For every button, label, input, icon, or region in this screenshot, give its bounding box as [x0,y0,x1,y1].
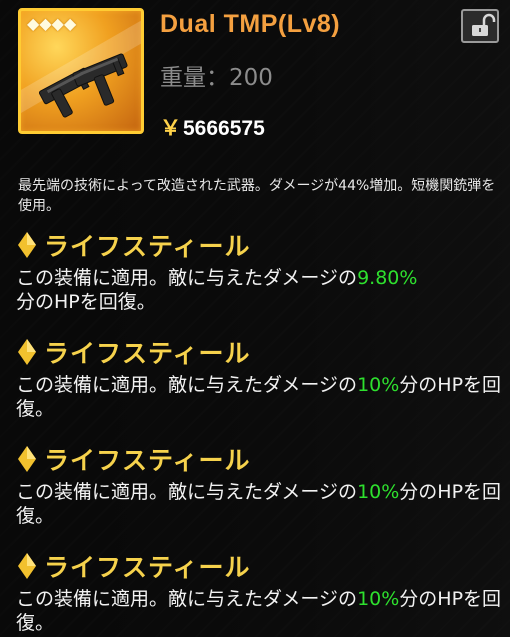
weight-value: 200 [229,65,273,91]
skill-value: 10% [357,374,400,396]
rarity-star-icon: ◆ [63,14,77,33]
skill-value: 10% [357,481,400,503]
skill-name: ライフスティール [44,339,251,368]
rarity-star-icon: ◆ [27,14,40,33]
skill-text-before: この装備に適用。敵に与えたダメージの [16,588,358,610]
skill-text-before: この装備に適用。敵に与えたダメージの [16,374,358,396]
skill-value: 9.80% [357,267,418,289]
unlocked-padlock-icon [472,13,496,36]
weight-label: 重量： [160,65,229,91]
skill-text-before: この装備に適用。敵に与えたダメージの [16,267,358,289]
skill-entry: ライフスティール この装備に適用。敵に与えたダメージの9.80% 分のHPを回復。 [16,230,502,314]
skill-entry: ライフスティール この装備に適用。敵に与えたダメージの10%分のHPを回復。 [16,551,502,635]
item-icon-frame[interactable]: ◆ ◆ ◆ ◆ [18,8,144,134]
yen-icon: ￥ [160,117,181,140]
skill-name: ライフスティール [44,446,251,475]
skill-value: 10% [357,588,400,610]
rarity-stars: ◆ ◆ ◆ ◆ [27,15,76,33]
skill-name: ライフスティール [44,553,251,582]
diamond-bullet-icon [18,232,36,258]
skill-entry: ライフスティール この装備に適用。敵に与えたダメージの10%分のHPを回復。 [16,444,502,528]
diamond-bullet-icon [18,553,36,579]
skill-name: ライフスティール [44,232,251,261]
price-value: 5666575 [183,117,265,140]
rarity-star-icon: ◆ [51,14,64,33]
rarity-star-icon: ◆ [39,14,52,33]
item-weight: 重量：200 [160,58,273,92]
skill-description: この装備に適用。敵に与えたダメージの10%分のHPを回復。 [16,373,502,421]
skill-description: この装備に適用。敵に与えたダメージの10%分のHPを回復。 [16,480,502,528]
dual-smg-icon [38,53,128,118]
skill-description: この装備に適用。敵に与えたダメージの10%分のHPを回復。 [16,587,502,635]
diamond-bullet-icon [18,339,36,365]
skill-entry: ライフスティール この装備に適用。敵に与えたダメージの10%分のHPを回復。 [16,337,502,421]
diamond-bullet-icon [18,446,36,472]
item-detail-panel: ◆ ◆ ◆ ◆ Dual TMP(Lv8) 重量：200 ￥5666575 最先… [0,0,510,637]
item-description: 最先端の技術によって改造された武器。ダメージが44%増加。短機関銃弾を使用。 [18,178,496,214]
lock-toggle-button[interactable] [461,9,499,43]
skill-description: この装備に適用。敵に与えたダメージの9.80% 分のHPを回復。 [16,266,502,314]
item-price: ￥5666575 [160,112,265,142]
skill-text-after: 分のHPを回復。 [16,291,156,313]
skill-text-before: この装備に適用。敵に与えたダメージの [16,481,358,503]
item-name: Dual TMP(Lv8) [160,10,341,38]
